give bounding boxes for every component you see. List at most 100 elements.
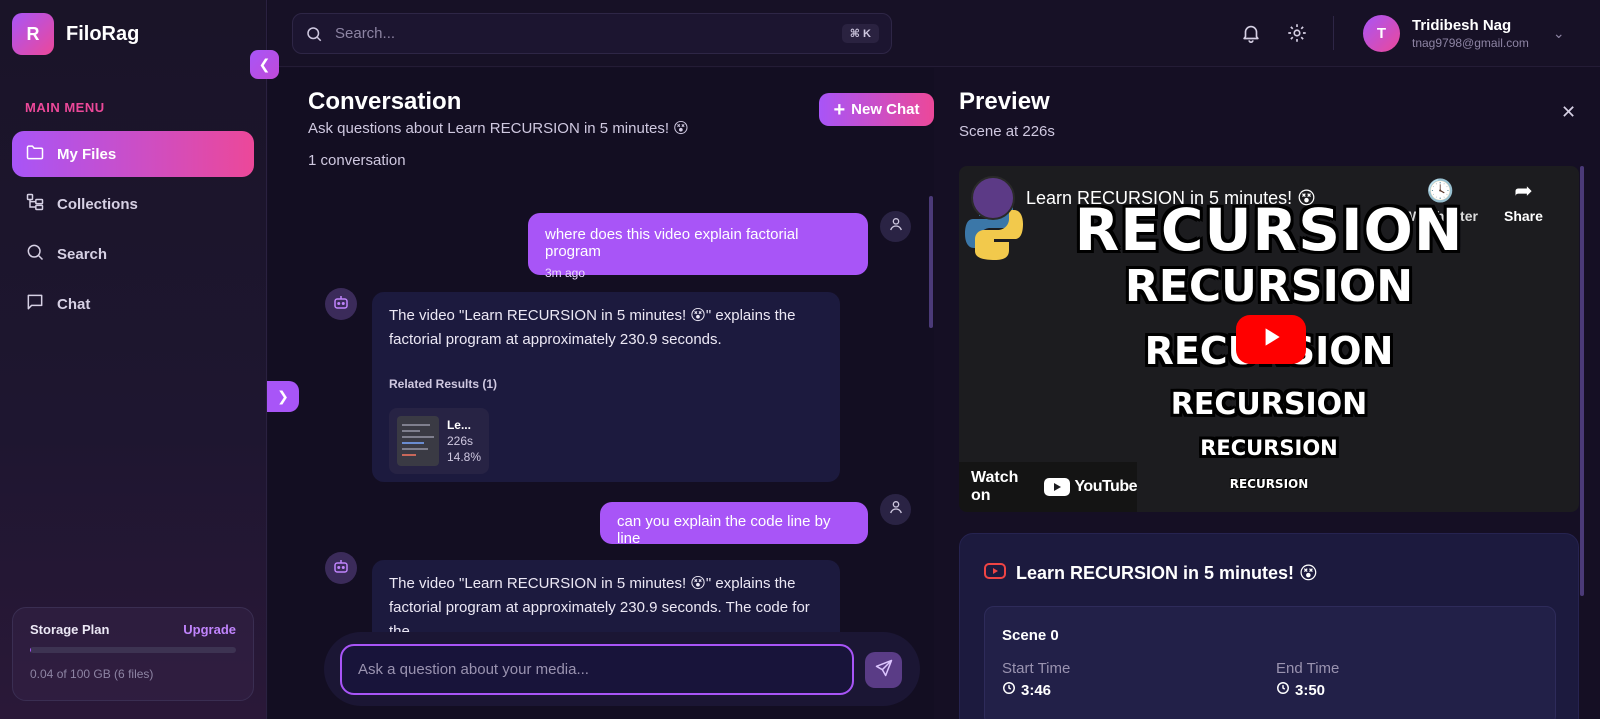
message-time: 3m ago	[545, 266, 586, 280]
scene-start: Start Time 3:46	[1002, 660, 1070, 699]
end-time-value: 3:50	[1276, 681, 1339, 699]
chat-input[interactable]	[340, 644, 854, 695]
related-result-card[interactable]: Le... 226s 14.8%	[389, 408, 489, 474]
result-title: Le...	[446, 418, 471, 432]
app-name: FiloRag	[66, 22, 140, 45]
sidebar-item-label: Chat	[57, 295, 91, 313]
send-icon	[874, 658, 894, 683]
new-chat-button[interactable]: + New Chat	[819, 93, 934, 126]
message-text: where does this video explain factorial …	[545, 226, 799, 260]
youtube-video-player[interactable]: Learn RECURSION in 5 minutes! 😵 🕓 Watch …	[959, 166, 1579, 512]
preview-scrollbar[interactable]	[1580, 166, 1584, 596]
sidebar-item-my-files[interactable]: My Files	[12, 131, 254, 177]
user-email: tnag9798@gmail.com	[1412, 36, 1529, 50]
brand[interactable]: R FiloRag	[12, 13, 139, 55]
avatar: T	[1363, 15, 1400, 52]
bot-icon	[332, 557, 350, 580]
chat-scrollbar[interactable]	[929, 196, 933, 328]
play-icon	[1258, 324, 1284, 355]
chevron-down-icon: ⌄	[1552, 25, 1565, 41]
upgrade-link[interactable]: Upgrade	[183, 622, 236, 637]
play-button[interactable]	[1236, 315, 1306, 364]
thumbnail-word: RECURSION	[1200, 436, 1338, 460]
send-button[interactable]	[865, 652, 902, 688]
bell-icon	[1240, 25, 1262, 48]
conversation-subtitle: Ask questions about Learn RECURSION in 5…	[308, 120, 689, 137]
collapse-sidebar-button[interactable]: ❮	[250, 50, 279, 79]
expand-panel-button[interactable]: ❯	[267, 381, 299, 412]
user-icon	[888, 216, 904, 237]
user-message: where does this video explain factorial …	[528, 213, 868, 280]
scene-item[interactable]: Scene 0 Start Time 3:46 End Time 3:50	[984, 606, 1556, 719]
sidebar-item-label: Collections	[57, 195, 138, 213]
user-avatar	[880, 211, 911, 242]
scene-details-card: Learn RECURSION in 5 minutes! 😵 Scene 0 …	[959, 533, 1579, 719]
message-text: The video "Learn RECURSION in 5 minutes!…	[389, 307, 796, 348]
scene-name: Scene 0	[1002, 627, 1059, 644]
user-icon	[888, 499, 904, 520]
sidebar-item-collections[interactable]: Collections	[12, 181, 254, 227]
thumbnail-word: RECURSION	[1124, 261, 1414, 312]
watch-on-label: Watch on	[971, 469, 1019, 504]
topbar: ⌘ K T Tridibesh Nag tnag9798@gmail.com ⌄	[268, 0, 1600, 67]
thumbnail-word: RECURSION	[1170, 387, 1368, 422]
close-icon: ✕	[1561, 102, 1577, 122]
preview-title: Preview	[959, 88, 1050, 115]
storage-usage-text: 0.04 of 100 GB (6 files)	[30, 667, 154, 681]
bot-icon	[332, 293, 350, 316]
storage-plan: Storage Plan Upgrade 0.04 of 100 GB (6 f…	[12, 607, 254, 701]
settings-button[interactable]	[1286, 22, 1308, 44]
assistant-message: The video "Learn RECURSION in 5 minutes!…	[372, 292, 840, 482]
watch-on-youtube-link[interactable]: Watch on YouTube	[959, 462, 1137, 512]
main-menu-title: MAIN MENU	[25, 100, 105, 115]
end-time-label: End Time	[1276, 660, 1340, 677]
chat-icon	[25, 292, 45, 316]
sidebar: R FiloRag MAIN MENU My Files Collections…	[0, 0, 267, 719]
collections-icon	[25, 192, 45, 216]
message-text: can you explain the code line by line	[617, 513, 831, 547]
conversation-count: 1 conversation	[308, 152, 406, 169]
user-name: Tridibesh Nag	[1412, 17, 1512, 34]
app-logo: R	[12, 13, 54, 55]
global-search[interactable]: ⌘ K	[292, 13, 892, 54]
sidebar-item-chat[interactable]: Chat	[12, 281, 254, 327]
plus-icon: +	[833, 98, 846, 121]
scene-end: End Time 3:50	[1276, 660, 1339, 699]
sidebar-item-label: Search	[57, 245, 108, 263]
assistant-message: The video "Learn RECURSION in 5 minutes!…	[372, 560, 840, 632]
youtube-logo: YouTube	[1044, 478, 1137, 496]
search-input[interactable]	[335, 25, 830, 42]
chat-composer	[324, 632, 920, 706]
user-message: can you explain the code line by line	[600, 502, 868, 547]
related-results-title: Related Results (1)	[389, 377, 498, 391]
start-time-value: 3:46	[1002, 681, 1070, 699]
storage-title: Storage Plan	[30, 622, 110, 637]
folder-icon	[25, 142, 45, 166]
user-avatar	[880, 494, 911, 525]
close-preview-button[interactable]: ✕	[1561, 102, 1576, 123]
gear-icon	[1286, 24, 1308, 48]
scene-video-title: Learn RECURSION in 5 minutes! 😵	[984, 562, 1318, 585]
start-time-label: Start Time	[1002, 660, 1071, 677]
result-timestamp: 226s	[446, 434, 473, 448]
chevron-right-icon: ❯	[277, 388, 289, 404]
clock-icon	[1002, 681, 1016, 699]
page-title: Conversation	[308, 88, 462, 115]
storage-progress-bar	[30, 647, 236, 653]
notifications-button[interactable]	[1240, 22, 1262, 44]
assistant-avatar	[325, 552, 357, 584]
result-score: 14.8%	[446, 450, 481, 464]
search-icon	[305, 25, 323, 43]
preview-subtitle: Scene at 226s	[959, 123, 1055, 140]
conversation-panel: Conversation Ask questions about Learn R…	[268, 68, 934, 719]
new-chat-label: New Chat	[851, 101, 920, 118]
topbar-divider	[1333, 16, 1334, 50]
user-menu[interactable]: T Tridibesh Nag tnag9798@gmail.com ⌄	[1363, 15, 1565, 52]
thumbnail-word: RECURSION	[1074, 196, 1464, 264]
clock-icon	[1276, 681, 1290, 699]
result-thumbnail	[397, 416, 439, 466]
youtube-play-icon	[1044, 478, 1071, 496]
search-shortcut-badge: ⌘ K	[841, 24, 879, 43]
sidebar-item-search[interactable]: Search	[12, 231, 254, 277]
message-text: The video "Learn RECURSION in 5 minutes!…	[389, 575, 810, 632]
